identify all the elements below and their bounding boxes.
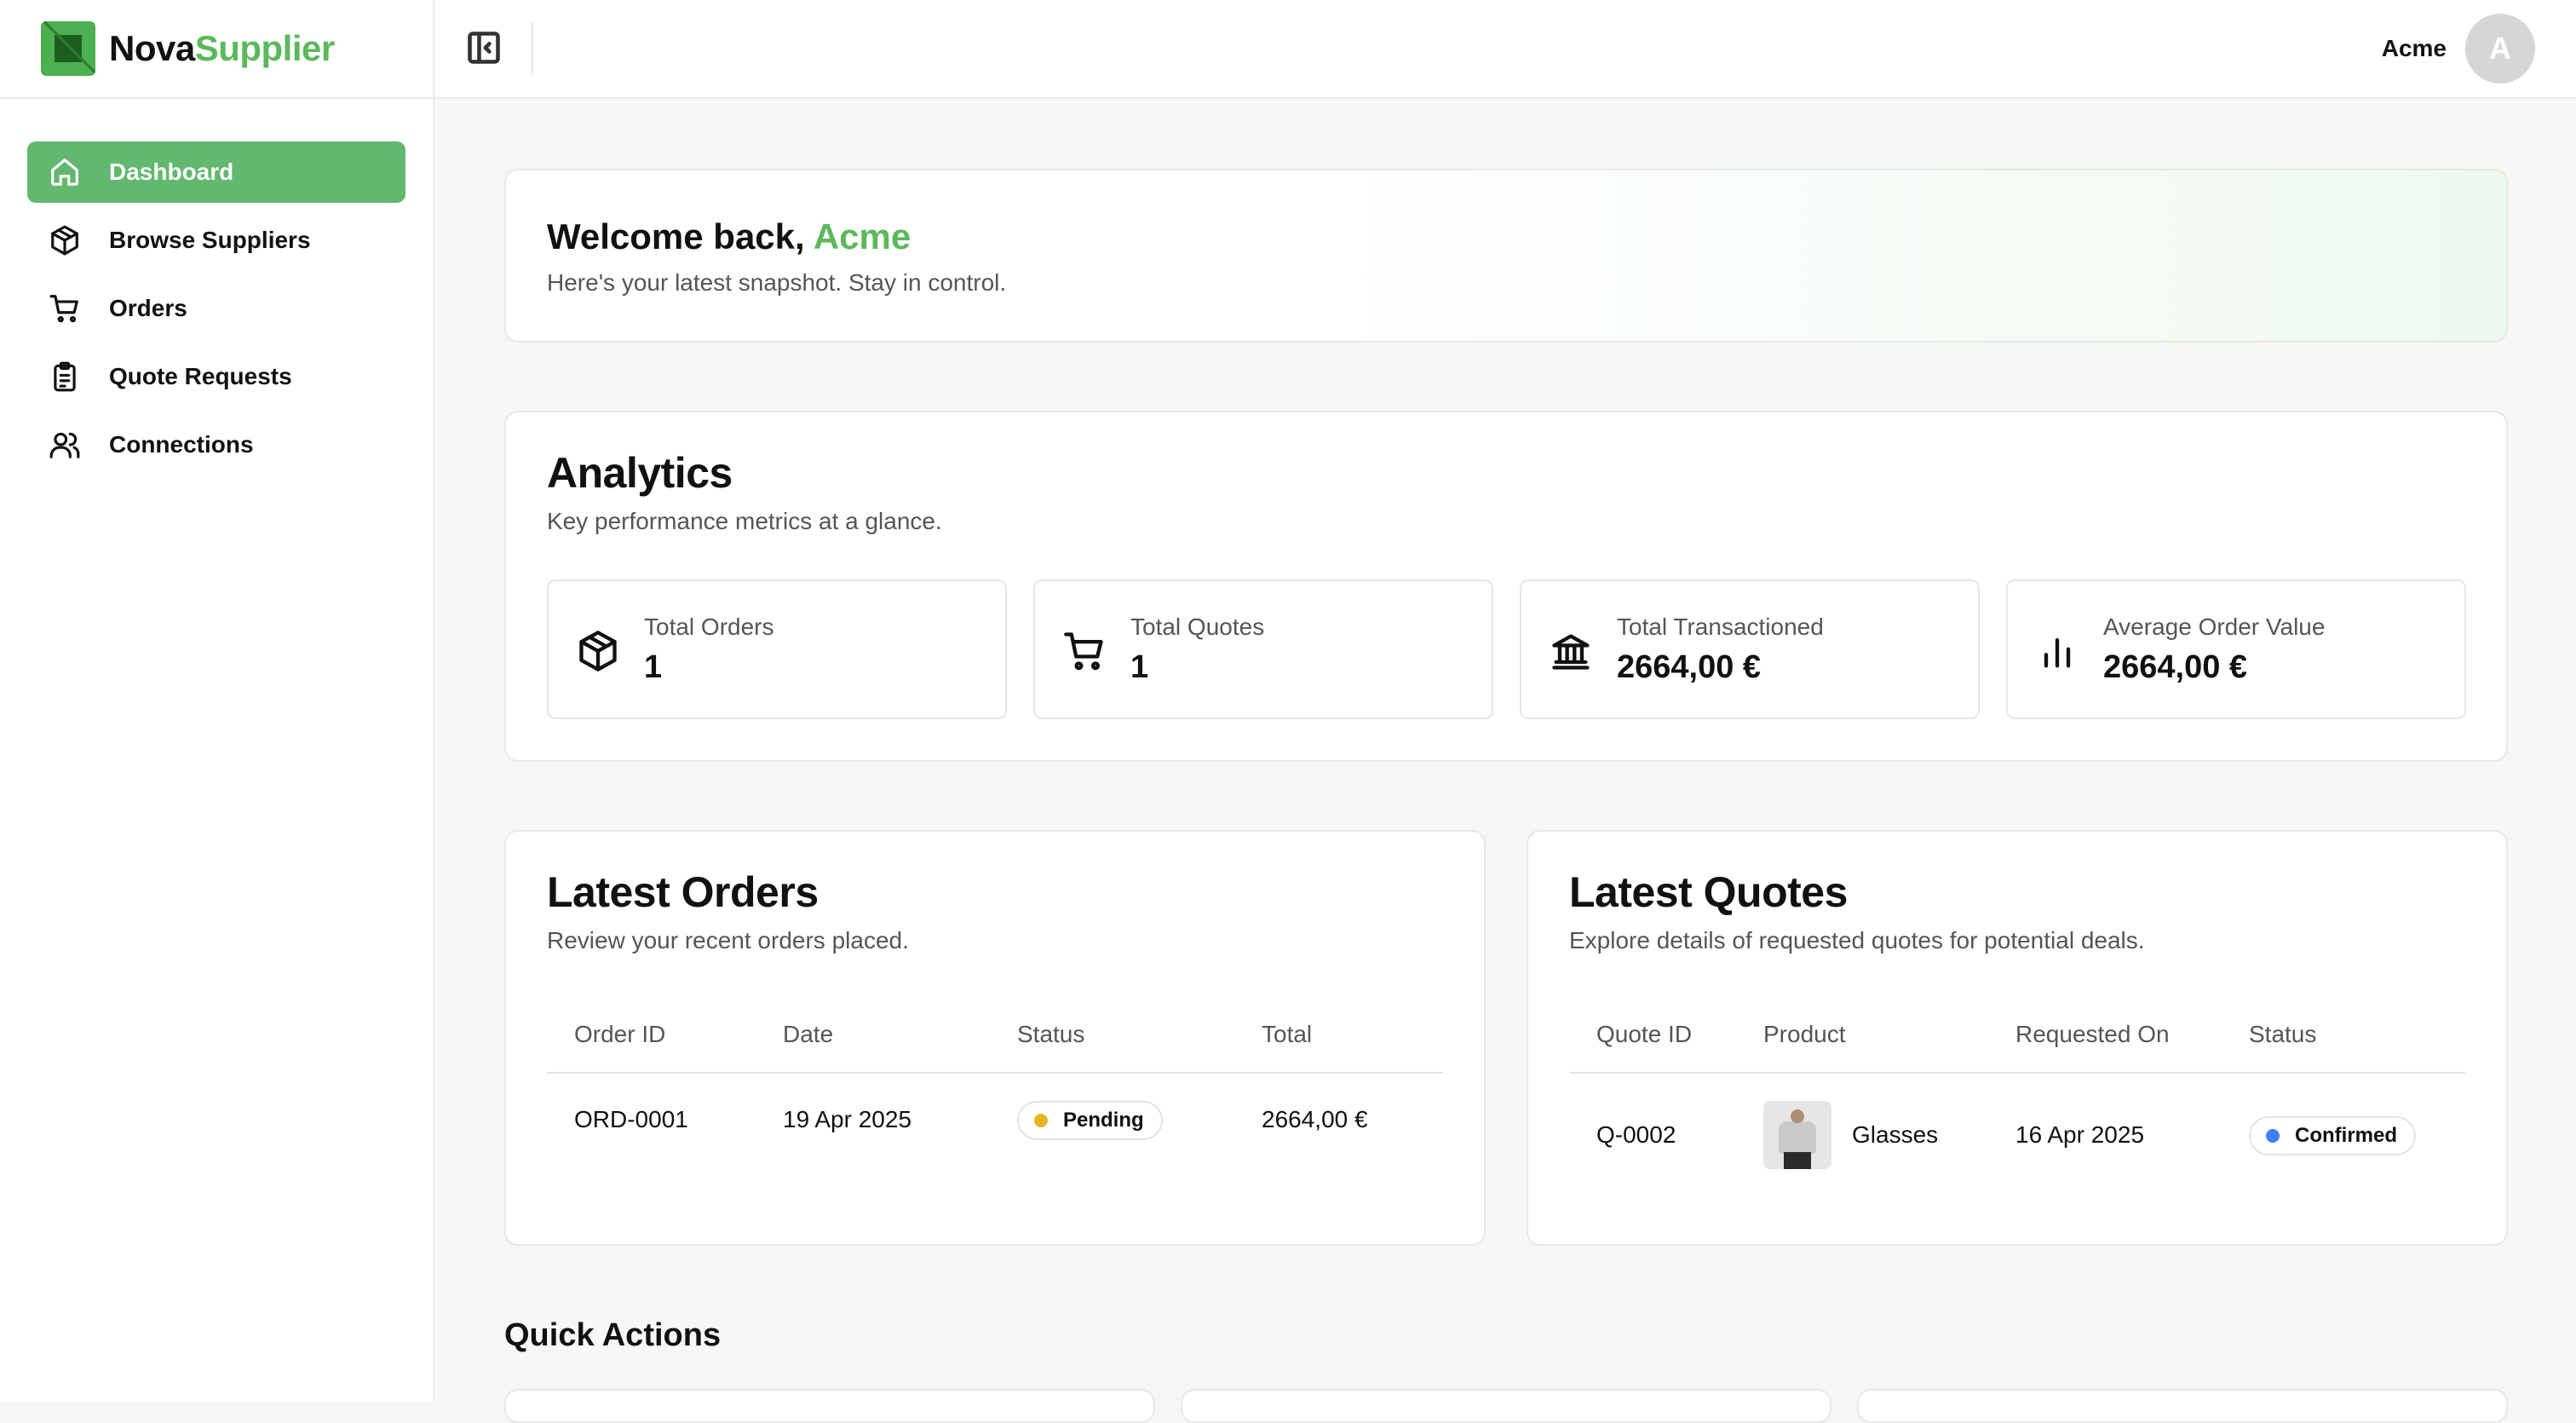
analytics-card: Analytics Key performance metrics at a g… — [504, 411, 2508, 762]
sidebar-item-orders[interactable]: Orders — [27, 278, 405, 339]
latest-orders-title: Latest Orders — [547, 868, 819, 916]
table-row[interactable]: ORD-0001 19 Apr 2025 Pending 2664,00 € — [547, 1087, 1443, 1155]
brand-logo-icon — [41, 21, 95, 76]
sidebar-item-label: Quote Requests — [109, 363, 292, 389]
sidebar-item-label: Browse Suppliers — [109, 227, 311, 253]
product-name: Glasses — [1852, 1121, 1939, 1148]
product-thumbnail — [1763, 1101, 1831, 1169]
order-id[interactable]: ORD-0001 — [574, 1106, 688, 1133]
column-header[interactable]: Quote ID — [1596, 1021, 1692, 1048]
bank-icon — [1549, 629, 1593, 673]
brand-name-part1: Nova — [109, 28, 195, 68]
user-name: Acme — [2381, 35, 2447, 61]
sidebar-item-connections[interactable]: Connections — [27, 414, 405, 475]
cart-icon — [48, 291, 82, 326]
status-badge: Pending — [1017, 1101, 1163, 1140]
analytics-title: Analytics — [547, 449, 733, 497]
status-label: Confirmed — [2295, 1124, 2397, 1147]
welcome-title: Welcome back, Acme — [547, 216, 911, 257]
brand-name: NovaSupplier — [109, 28, 335, 69]
quick-action-card[interactable] — [504, 1389, 1155, 1423]
stat-label: Total Quotes — [1130, 614, 1265, 640]
sidebar-item-dashboard[interactable]: Dashboard — [27, 141, 405, 203]
stat-value: 1 — [644, 649, 663, 685]
status-badge: Confirmed — [2249, 1116, 2416, 1155]
sidebar-item-label: Dashboard — [109, 158, 234, 185]
stat-label: Average Order Value — [2103, 614, 2326, 640]
quick-action-card[interactable] — [1181, 1389, 1831, 1423]
welcome-card: Welcome back, Acme Here's your latest sn… — [504, 169, 2508, 343]
column-header[interactable]: Status — [1017, 1021, 1084, 1048]
quotes-table-header: Quote ID Product Requested On Status — [1569, 1021, 2465, 1074]
column-header[interactable]: Date — [783, 1021, 833, 1048]
quick-actions-title: Quick Actions — [504, 1317, 722, 1353]
stat-value: 1 — [1130, 649, 1149, 685]
latest-orders-subtitle: Review your recent orders placed. — [547, 927, 909, 953]
stat-value: 2664,00 € — [1617, 649, 1762, 685]
order-date: 19 Apr 2025 — [783, 1106, 912, 1132]
sidebar-item-quote-requests[interactable]: Quote Requests — [27, 346, 405, 407]
clipboard-icon — [48, 360, 82, 394]
stat-label: Total Orders — [644, 614, 774, 640]
orders-table-header: Order ID Date Status Total — [547, 1021, 1443, 1074]
stat-total-quotes: Total Quotes 1 — [1033, 579, 1493, 719]
package-icon — [48, 223, 82, 257]
latest-orders-card: Latest Orders Review your recent orders … — [504, 830, 1486, 1246]
table-row[interactable]: Q-0002 Glasses 16 Apr 2025 Confirmed — [1569, 1087, 2465, 1172]
analytics-subtitle: Key performance metrics at a glance. — [547, 508, 942, 534]
sidebar-toggle-icon[interactable] — [465, 29, 503, 66]
package-icon — [576, 629, 620, 673]
requested-on: 16 Apr 2025 — [2015, 1121, 2145, 1148]
bar-chart-icon — [2035, 629, 2079, 673]
welcome-subtitle: Here's your latest snapshot. Stay in con… — [547, 269, 1007, 296]
sidebar: NovaSupplier Dashboard Browse Suppliers … — [0, 0, 434, 1401]
topbar: Acme A — [434, 0, 2576, 99]
status-dot-icon — [2266, 1129, 2280, 1143]
latest-quotes-subtitle: Explore details of requested quotes for … — [1569, 927, 2145, 953]
column-header[interactable]: Requested On — [2015, 1021, 2170, 1048]
avatar[interactable]: A — [2465, 14, 2535, 84]
status-dot-icon — [1034, 1114, 1048, 1127]
sidebar-item-browse-suppliers[interactable]: Browse Suppliers — [27, 210, 405, 271]
cart-icon — [1062, 629, 1107, 673]
welcome-prefix: Welcome back, — [547, 216, 814, 256]
latest-quotes-title: Latest Quotes — [1569, 868, 1848, 916]
stat-average-order-value: Average Order Value 2664,00 € — [2006, 579, 2466, 719]
column-header[interactable]: Order ID — [574, 1021, 665, 1048]
quick-action-card[interactable] — [1857, 1389, 2508, 1423]
sidebar-nav: Dashboard Browse Suppliers Orders Quote … — [0, 99, 433, 475]
column-header[interactable]: Total — [1262, 1021, 1312, 1048]
stat-value: 2664,00 € — [2103, 649, 2248, 685]
latest-quotes-card: Latest Quotes Explore details of request… — [1527, 830, 2508, 1246]
topbar-divider — [532, 22, 533, 75]
column-header[interactable]: Product — [1763, 1021, 1846, 1048]
order-total: 2664,00 € — [1262, 1106, 1368, 1132]
brand[interactable]: NovaSupplier — [0, 0, 433, 99]
column-header[interactable]: Status — [2249, 1021, 2316, 1048]
status-label: Pending — [1063, 1109, 1144, 1132]
sidebar-item-label: Connections — [109, 431, 254, 458]
sidebar-item-label: Orders — [109, 295, 187, 321]
stat-total-transactioned: Total Transactioned 2664,00 € — [1520, 579, 1980, 719]
users-icon — [48, 428, 82, 462]
stat-label: Total Transactioned — [1617, 614, 1824, 640]
stat-total-orders: Total Orders 1 — [547, 579, 1007, 719]
welcome-name: Acme — [813, 216, 911, 256]
home-icon — [48, 155, 82, 189]
user-menu[interactable]: Acme A — [2382, 14, 2535, 84]
quote-id[interactable]: Q-0002 — [1596, 1121, 1676, 1149]
brand-name-part2: Supplier — [194, 28, 336, 68]
